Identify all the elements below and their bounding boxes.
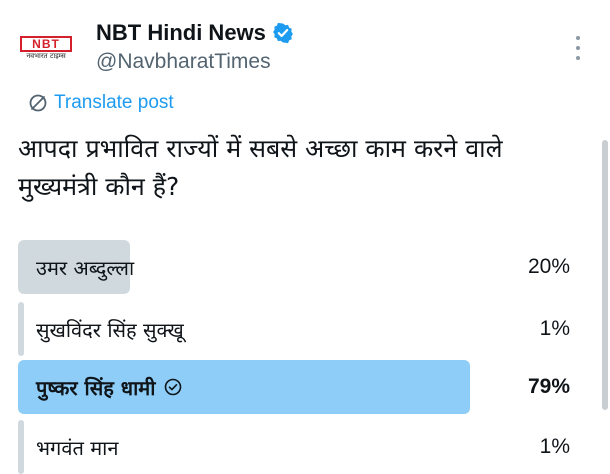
post-text: आपदा प्रभावित राज्यों में सबसे अच्छा काम… (18, 134, 503, 201)
author-handle[interactable]: @NavbharatTimes (96, 50, 271, 74)
poll-option-label: उमर अब्दुल्ला (36, 255, 135, 280)
poll-option: सुखविंदर सिंह सुक्खू 1% (18, 302, 598, 356)
poll-option: भगवंत मान 1% (18, 420, 598, 474)
poll-option: पुष्कर सिंह धामी 79% (18, 360, 598, 414)
poll-result-bar (18, 420, 24, 474)
poll-option-label-wrap: सुखविंदर सिंह सुक्खू (36, 302, 184, 356)
translate-post-link[interactable]: Translate post (28, 92, 174, 114)
tweet-card: NBT नवभारत टाइम्स NBT Hindi News @Navbha… (0, 0, 610, 474)
poll-option-label-wrap: उमर अब्दुल्ला (36, 240, 134, 294)
poll-option-label: पुष्कर सिंह धामी (36, 375, 156, 400)
poll-option-percent: 79% (527, 375, 570, 398)
verified-badge-icon (273, 22, 293, 44)
selected-check-icon (165, 378, 182, 396)
translate-post-label: Translate post (54, 92, 174, 113)
poll-option: उमर अब्दुल्ला 20% (18, 240, 598, 294)
poll-option-percent: 1% (539, 435, 570, 458)
author-name-row: NBT Hindi News (96, 20, 294, 46)
poll-option-percent: 1% (539, 317, 570, 340)
poll-result-bar (18, 302, 24, 356)
scrollbar[interactable] (602, 140, 608, 410)
avatar[interactable]: NBT नवभारत टाइम्स (16, 26, 76, 66)
nbt-logo-subtext: नवभारत टाइम्स (26, 52, 66, 60)
poll-option-label: सुखविंदर सिंह सुक्खू (36, 317, 184, 342)
poll-option-label-wrap: भगवंत मान (36, 420, 118, 474)
nbt-logo: NBT (20, 36, 72, 52)
poll-option-label: भगवंत मान (36, 435, 119, 460)
more-options-icon[interactable] (570, 36, 586, 60)
author-name[interactable]: NBT Hindi News (96, 20, 266, 46)
poll-option-label-wrap: पुष्कर सिंह धामी (36, 360, 183, 414)
poll-option-percent: 20% (527, 255, 570, 278)
translate-icon (29, 94, 47, 112)
